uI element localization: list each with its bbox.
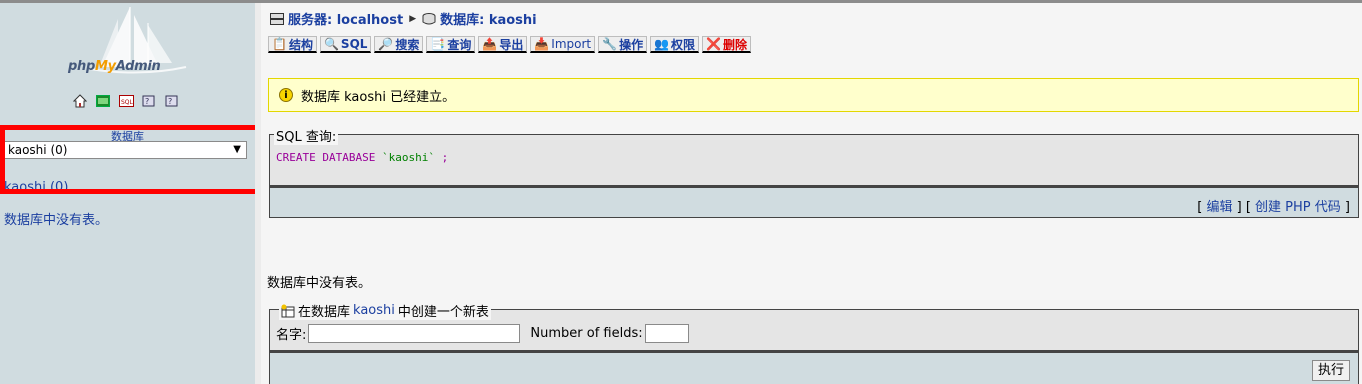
number-of-fields-label: Number of fields: bbox=[530, 326, 643, 341]
docs-icon[interactable]: ? bbox=[141, 93, 157, 108]
svg-text:?: ? bbox=[168, 97, 172, 106]
create-php-code-link[interactable]: 创建 PHP 代码 bbox=[1255, 200, 1341, 215]
edit-link[interactable]: 编辑 bbox=[1206, 200, 1232, 215]
tab-sql[interactable]: 🔍 SQL bbox=[319, 36, 372, 53]
breadcrumb-separator-icon: ▶ bbox=[409, 13, 417, 24]
tab-query[interactable]: 📑 查询 bbox=[426, 36, 476, 53]
tab-export[interactable]: 📤 导出 bbox=[478, 36, 528, 53]
svg-text:?: ? bbox=[145, 97, 149, 106]
success-notice: i 数据库 kaoshi 已经建立。 bbox=[268, 78, 1359, 112]
breadcrumb: 服务器: localhost ▶ 数据库: kaoshi bbox=[270, 9, 537, 28]
tab-search[interactable]: 🔎 搜索 bbox=[374, 36, 424, 53]
logo-text: phpMyAdmin bbox=[68, 59, 161, 74]
tab-drop[interactable]: ❌ 删除 bbox=[702, 36, 752, 53]
sql-actions-bar: [ 编辑 ] [ 创建 PHP 代码 ] bbox=[269, 186, 1359, 218]
sql-query-legend: SQL 查询: bbox=[274, 126, 339, 145]
sidebar-no-tables: 数据库中没有表。 bbox=[4, 213, 109, 228]
tab-privileges[interactable]: 👥 权限 bbox=[650, 36, 700, 53]
search-icon: 🔎 bbox=[378, 37, 394, 51]
notice-text: 数据库 kaoshi 已经建立。 bbox=[301, 89, 456, 105]
query-window-icon[interactable] bbox=[95, 93, 111, 108]
number-of-fields-input[interactable] bbox=[644, 324, 689, 343]
tab-import[interactable]: 📥 Import bbox=[530, 36, 596, 53]
breadcrumb-server[interactable]: 服务器: localhost bbox=[288, 9, 403, 28]
new-table-icon bbox=[281, 304, 295, 317]
sql-tab-icon: 🔍 bbox=[323, 37, 339, 51]
import-icon: 📥 bbox=[534, 37, 550, 51]
table-name-label: 名字: bbox=[276, 328, 307, 343]
delete-icon: ❌ bbox=[706, 37, 721, 51]
export-icon: 📤 bbox=[482, 37, 498, 51]
highlight-box bbox=[0, 125, 261, 194]
create-table-db-name: kaoshi bbox=[353, 303, 395, 318]
structure-icon: 📋 bbox=[272, 37, 287, 51]
privileges-icon: 👥 bbox=[654, 37, 670, 51]
create-table-actions: 执行 bbox=[269, 351, 1359, 384]
table-name-input[interactable] bbox=[308, 324, 521, 343]
tab-bar: 📋 结构 🔍 SQL 🔎 搜索 📑 查询 📤 导出 📥 Import 🔧 操作 👥 权限 ❌ 删除 bbox=[268, 36, 752, 53]
frame-divider[interactable] bbox=[255, 3, 261, 384]
info-icon: i bbox=[279, 88, 293, 102]
sql-action-links: [ 编辑 ] [ 创建 PHP 代码 ] bbox=[1197, 200, 1350, 215]
home-icon[interactable] bbox=[72, 93, 88, 108]
sql-icon[interactable]: SQL bbox=[118, 93, 134, 108]
query-icon: 📑 bbox=[430, 37, 446, 51]
mysql-docs-icon[interactable]: ? bbox=[164, 93, 180, 108]
create-table-legend: 在数据库 kaoshi 中创建一个新表 bbox=[279, 301, 491, 320]
server-icon bbox=[270, 12, 284, 25]
breadcrumb-database[interactable]: 数据库: kaoshi bbox=[440, 9, 537, 28]
execute-button[interactable]: 执行 bbox=[1311, 360, 1350, 381]
tools-icon: 🔧 bbox=[602, 37, 618, 51]
svg-text:SQL: SQL bbox=[121, 99, 134, 106]
create-table-row: 名字: Number of fields: bbox=[276, 324, 689, 343]
tab-structure[interactable]: 📋 结构 bbox=[268, 36, 317, 53]
main-no-tables: 数据库中没有表。 bbox=[267, 276, 372, 291]
tab-operations[interactable]: 🔧 操作 bbox=[598, 36, 648, 53]
database-icon bbox=[422, 12, 436, 24]
sidebar-toolbar: SQL ? ? bbox=[72, 93, 180, 108]
sql-query-text: CREATE DATABASE `kaoshi` ; bbox=[276, 151, 449, 164]
